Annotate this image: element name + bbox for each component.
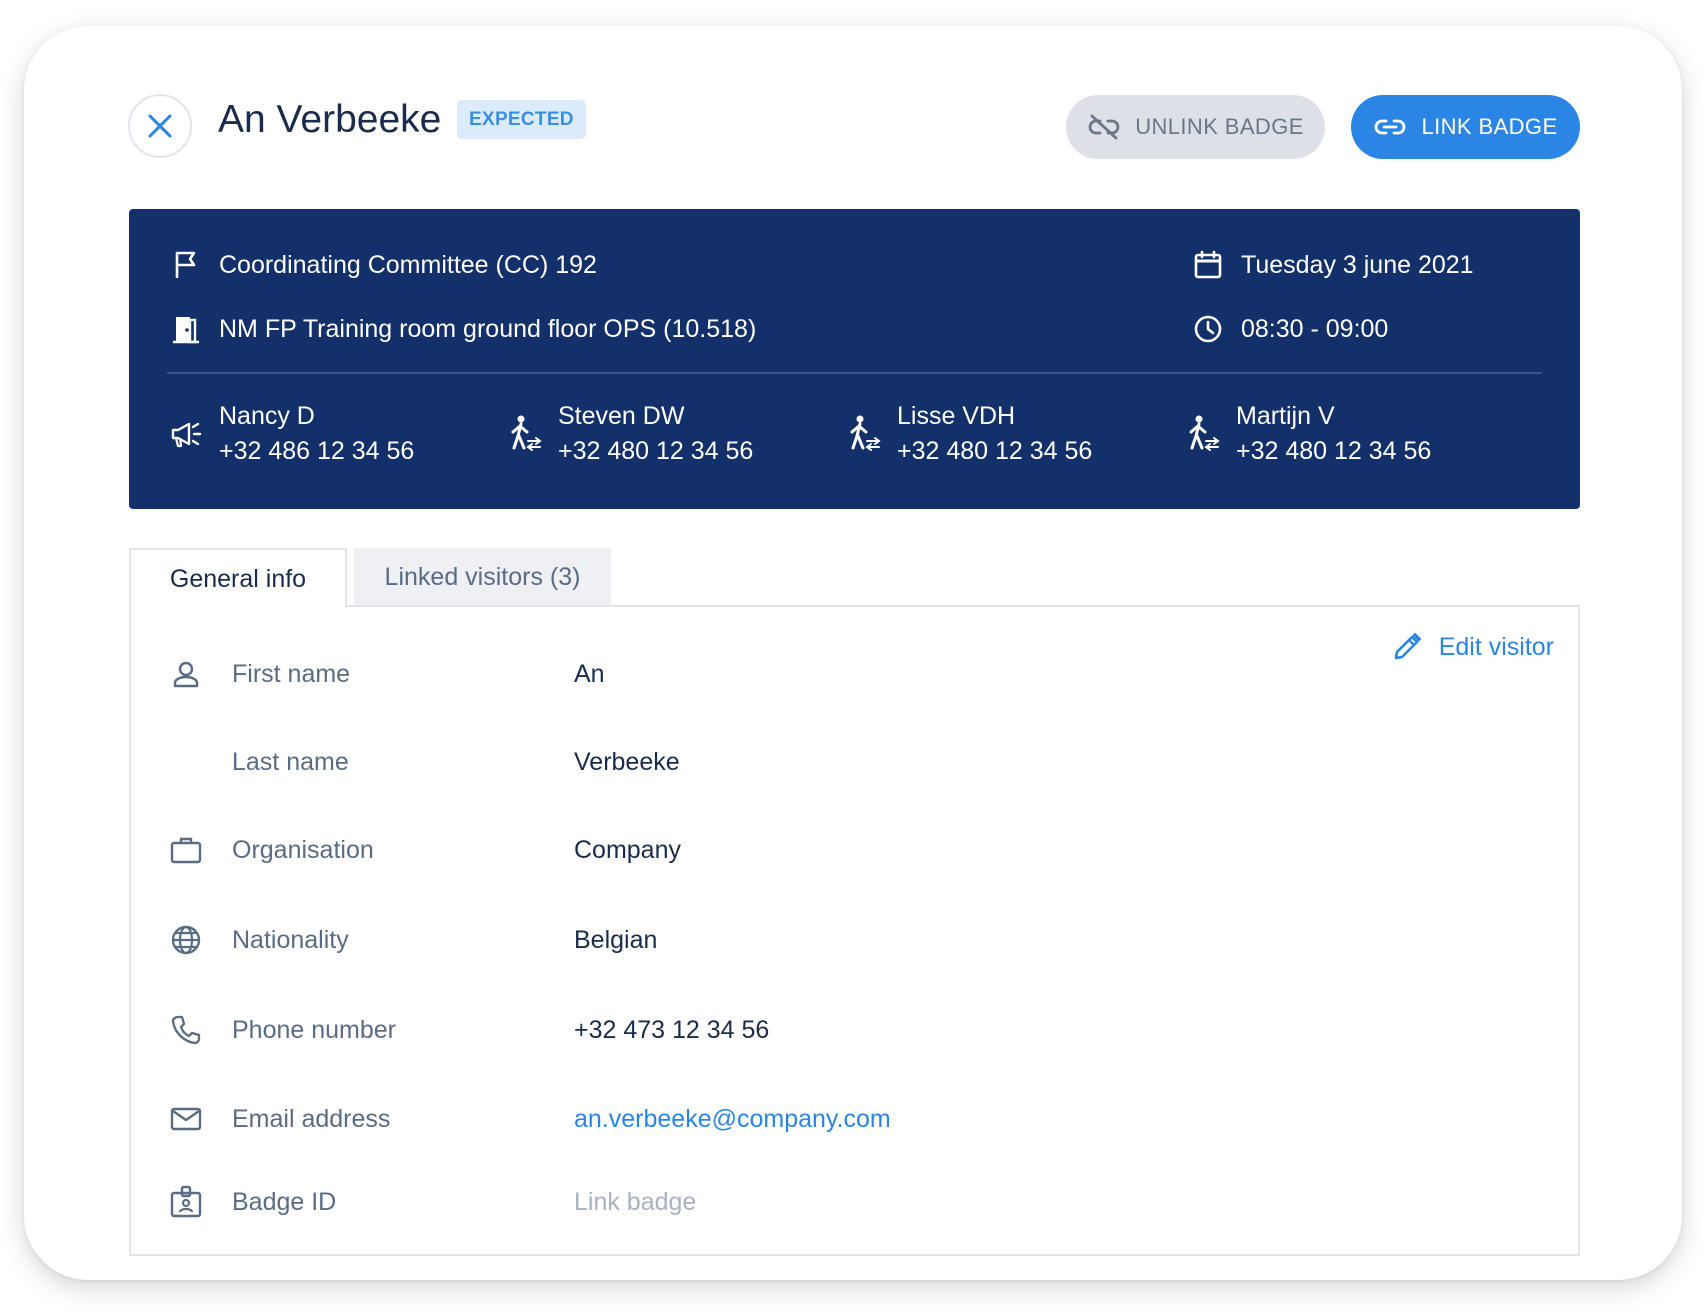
link-badge-button[interactable]: LINK BADGE bbox=[1351, 95, 1580, 159]
field-organisation: Organisation Company bbox=[131, 830, 1578, 870]
walking-person-icon bbox=[506, 414, 546, 454]
field-label: Last name bbox=[232, 747, 349, 776]
briefcase-icon bbox=[169, 833, 203, 867]
contact-name: Lisse VDH bbox=[897, 402, 1016, 430]
status-badge: EXPECTED bbox=[457, 100, 586, 139]
unlink-badge-button[interactable]: UNLINK BADGE bbox=[1066, 95, 1325, 159]
tab-linked-visitors[interactable]: Linked visitors (3) bbox=[354, 548, 611, 606]
field-value: Verbeeke bbox=[574, 747, 680, 776]
megaphone-icon bbox=[167, 414, 207, 454]
walking-person-icon bbox=[1184, 414, 1224, 454]
field-label: Nationality bbox=[232, 925, 349, 954]
meeting-title-row: Coordinating Committee (CC) 192 bbox=[169, 245, 597, 285]
meeting-info-panel: Coordinating Committee (CC) 192 NM FP Tr… bbox=[129, 209, 1580, 509]
contact-name: Nancy D bbox=[219, 402, 315, 430]
field-first-name: First name An bbox=[131, 654, 1578, 694]
close-button[interactable] bbox=[128, 94, 192, 158]
field-label: Badge ID bbox=[232, 1187, 337, 1216]
field-value: +32 473 12 34 56 bbox=[574, 1015, 770, 1044]
contact-phone: +32 480 12 34 56 bbox=[1236, 437, 1432, 465]
meeting-room-row: NM FP Training room ground floor OPS (10… bbox=[169, 309, 756, 349]
escort-contact: Martijn V +32 480 12 34 56 bbox=[1184, 399, 1431, 469]
contact-name: Martijn V bbox=[1236, 402, 1335, 430]
field-label: Phone number bbox=[232, 1015, 397, 1044]
mail-icon bbox=[169, 1102, 203, 1136]
field-email-address: Email address an.verbeeke@company.com bbox=[131, 1099, 1578, 1139]
contact-phone: +32 480 12 34 56 bbox=[558, 437, 754, 465]
tab-label: Linked visitors (3) bbox=[384, 562, 581, 591]
unlink-badge-label: UNLINK BADGE bbox=[1135, 114, 1304, 139]
field-value: Belgian bbox=[574, 925, 658, 954]
field-phone-number: Phone number +32 473 12 34 56 bbox=[131, 1010, 1578, 1050]
tab-label: General info bbox=[169, 564, 307, 593]
field-value: Company bbox=[574, 835, 681, 864]
close-icon bbox=[148, 114, 172, 138]
meeting-date: Tuesday 3 june 2021 bbox=[1241, 250, 1474, 279]
calendar-icon bbox=[1191, 248, 1225, 282]
field-label: Organisation bbox=[232, 835, 374, 864]
host-contact: Nancy D +32 486 12 34 56 bbox=[167, 399, 414, 469]
email-link[interactable]: an.verbeeke@company.com bbox=[574, 1105, 891, 1134]
escort-contact: Steven DW +32 480 12 34 56 bbox=[506, 399, 753, 469]
phone-icon bbox=[169, 1013, 203, 1047]
general-info-panel: Edit visitor First name An Last name Ver… bbox=[129, 605, 1580, 1256]
person-icon bbox=[169, 657, 203, 691]
link-icon bbox=[1375, 119, 1406, 135]
contact-phone: +32 480 12 34 56 bbox=[897, 437, 1093, 465]
contact-phone: +32 486 12 34 56 bbox=[219, 437, 415, 465]
field-nationality: Nationality Belgian bbox=[131, 920, 1578, 960]
door-icon bbox=[169, 312, 203, 346]
escort-contact: Lisse VDH +32 480 12 34 56 bbox=[845, 399, 1092, 469]
clock-icon bbox=[1191, 312, 1225, 346]
flag-icon bbox=[169, 248, 203, 282]
badge-icon bbox=[169, 1185, 203, 1219]
meeting-title: Coordinating Committee (CC) 192 bbox=[219, 250, 597, 279]
field-last-name: Last name Verbeeke bbox=[131, 742, 1578, 782]
unlink-icon bbox=[1088, 114, 1120, 140]
contact-name: Steven DW bbox=[558, 402, 685, 430]
visitor-name: An Verbeeke bbox=[218, 98, 442, 141]
link-badge-placeholder[interactable]: Link badge bbox=[574, 1188, 696, 1217]
walking-person-icon bbox=[845, 414, 885, 454]
link-badge-label: LINK BADGE bbox=[1421, 114, 1558, 139]
field-label: First name bbox=[232, 659, 351, 688]
field-badge-id: Badge ID Link badge bbox=[131, 1182, 1578, 1222]
field-label: Email address bbox=[232, 1104, 391, 1133]
meeting-time: 08:30 - 09:00 bbox=[1241, 314, 1389, 343]
meeting-date-row: Tuesday 3 june 2021 bbox=[1191, 245, 1474, 285]
meeting-time-row: 08:30 - 09:00 bbox=[1191, 309, 1388, 349]
meeting-room: NM FP Training room ground floor OPS (10… bbox=[219, 314, 757, 343]
globe-icon bbox=[169, 923, 203, 957]
tab-general-info[interactable]: General info bbox=[129, 548, 347, 608]
field-value: An bbox=[574, 659, 605, 688]
panel-divider bbox=[167, 372, 1542, 374]
